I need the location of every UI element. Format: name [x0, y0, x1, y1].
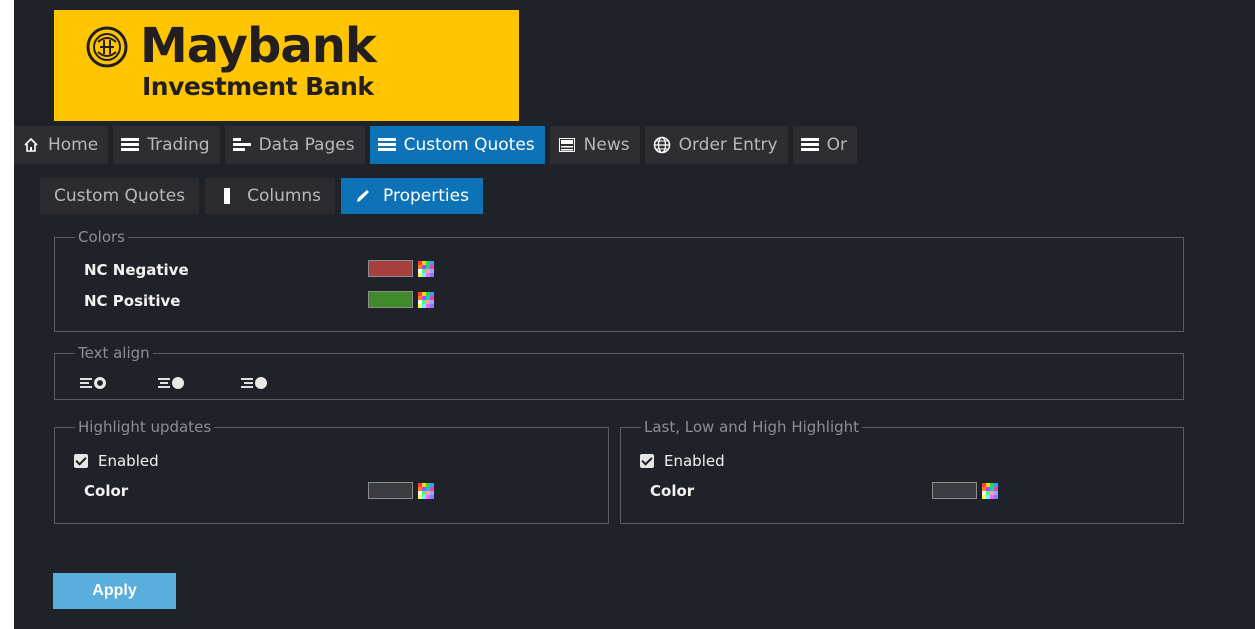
align-left-radio[interactable] — [80, 377, 106, 389]
radio-icon — [255, 377, 267, 389]
tab-columns[interactable]: Columns — [205, 178, 336, 214]
tiger-logo-icon — [86, 26, 128, 68]
nav-item-trading[interactable]: Trading — [113, 126, 220, 164]
highlight-updates-color-label: Color — [84, 482, 129, 500]
align-center-icon — [158, 378, 170, 388]
logo-sub-text: Investment Bank — [142, 72, 374, 101]
text-align-legend: Text align — [78, 344, 150, 362]
highlight-updates-group: Highlight updates — [54, 418, 609, 524]
checkbox-checked-icon — [74, 454, 88, 468]
pencil-icon — [355, 188, 371, 204]
radio-icon — [172, 377, 184, 389]
highlight-updates-enabled-checkbox[interactable]: Enabled — [74, 452, 159, 470]
align-right-radio[interactable] — [241, 377, 267, 389]
llh-highlight-enabled-checkbox[interactable]: Enabled — [640, 452, 725, 470]
globe-icon — [651, 136, 673, 154]
nav-item-label: News — [583, 135, 630, 155]
nav-item-label: Trading — [147, 135, 210, 155]
nc-positive-swatch[interactable] — [368, 291, 413, 308]
nav-item-data-pages[interactable]: Data Pages — [224, 126, 365, 164]
newspaper-icon — [556, 136, 578, 154]
nav-item-label: Custom Quotes — [403, 135, 535, 155]
nav-item-label: Or — [826, 135, 847, 155]
nc-negative-swatch[interactable] — [368, 260, 413, 277]
tab-properties[interactable]: Properties — [341, 178, 483, 214]
nc-negative-label: NC Negative — [84, 261, 189, 279]
llh-highlight-legend: Last, Low and High Highlight — [644, 418, 860, 436]
checkbox-label: Enabled — [98, 452, 159, 470]
sub-tabs: Custom Quotes Columns Properties — [40, 178, 483, 214]
home-icon — [20, 136, 42, 154]
checkbox-label: Enabled — [664, 452, 725, 470]
app-window: Maybank Investment Bank Home Trading Dat… — [14, 0, 1255, 629]
nav-item-news[interactable]: News — [549, 126, 640, 164]
colors-legend: Colors — [78, 228, 125, 246]
color-picker-icon[interactable] — [418, 261, 434, 277]
tab-label: Columns — [247, 186, 322, 206]
llh-highlight-color-swatch[interactable] — [932, 482, 977, 499]
tab-label: Properties — [383, 186, 469, 206]
nc-positive-label: NC Positive — [84, 292, 181, 310]
text-align-group: Text align — [54, 344, 1184, 400]
llh-highlight-group: Last, Low and High Highlight — [620, 418, 1184, 524]
nav-item-label: Order Entry — [678, 135, 778, 155]
color-picker-icon[interactable] — [418, 483, 434, 499]
nav-item-custom-quotes[interactable]: Custom Quotes — [369, 126, 545, 164]
nav-item-home[interactable]: Home — [14, 126, 109, 164]
nav-item-label: Home — [48, 135, 99, 155]
color-picker-icon[interactable] — [982, 483, 998, 499]
tab-custom-quotes[interactable]: Custom Quotes — [40, 178, 200, 214]
align-center-radio[interactable] — [158, 377, 184, 389]
highlight-updates-color-swatch[interactable] — [368, 482, 413, 499]
logo-brand-text: Maybank — [140, 18, 377, 74]
apply-button[interactable]: Apply — [53, 573, 176, 609]
checkbox-checked-icon — [640, 454, 654, 468]
tab-label: Custom Quotes — [54, 186, 186, 206]
align-right-icon — [241, 378, 253, 388]
nav-item-orders[interactable]: Or — [792, 126, 857, 164]
radio-checked-icon — [94, 377, 106, 389]
bars-icon — [231, 136, 253, 154]
list-icon — [119, 136, 141, 154]
main-navbar: Home Trading Data Pages Custom Quotes Ne… — [14, 126, 1255, 164]
llh-highlight-color-label: Color — [650, 482, 695, 500]
nav-item-label: Data Pages — [258, 135, 355, 155]
maybank-logo: Maybank Investment Bank — [54, 10, 519, 121]
nav-item-order-entry[interactable]: Order Entry — [644, 126, 788, 164]
list-icon — [799, 136, 821, 154]
color-picker-icon[interactable] — [418, 292, 434, 308]
list-icon — [376, 136, 398, 154]
align-left-icon — [80, 378, 92, 388]
highlight-updates-legend: Highlight updates — [78, 418, 212, 436]
colors-group: Colors — [54, 228, 1184, 332]
column-icon — [219, 188, 235, 204]
